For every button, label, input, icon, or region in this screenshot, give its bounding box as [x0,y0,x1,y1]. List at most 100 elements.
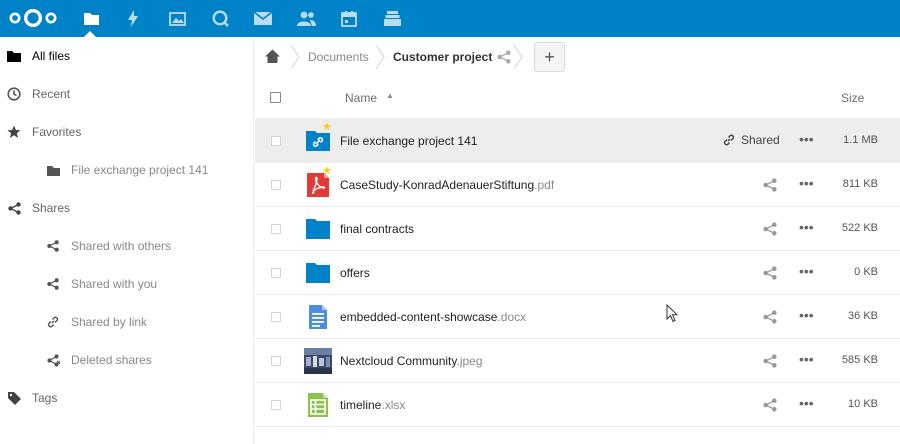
table-row[interactable]: final contracts ••• 522 KB [255,207,900,251]
favorite-star-icon[interactable]: ★ [322,166,332,177]
sidebar-item-recent[interactable]: Recent [0,75,253,113]
app-talk-icon[interactable] [200,0,240,37]
link-icon [723,134,735,146]
file-name[interactable]: timeline.xlsx [340,398,405,412]
file-name[interactable]: offers [340,266,370,280]
app-gallery-icon[interactable] [157,0,197,37]
more-actions-button[interactable]: ••• [799,396,814,410]
app-activity-icon[interactable] [113,0,153,37]
share-icon[interactable] [763,222,777,236]
table-row[interactable]: embedded-content-showcase.docx ••• 36 KB [255,295,900,339]
mouse-cursor-icon [666,304,678,323]
sidebar-item-shared-by-link[interactable]: Shared by link [0,303,253,341]
share-icon [7,201,21,215]
more-actions-button[interactable]: ••• [799,220,814,234]
row-checkbox[interactable] [271,356,281,366]
table-row[interactable]: ★ File exchange project 141 Shared ••• 1… [255,119,900,163]
breadcrumb-customer-project[interactable]: Customer project [393,50,492,64]
breadcrumb-separator-icon [290,45,300,69]
sidebar-item-shares[interactable]: Shares [0,189,253,227]
shared-indicator[interactable]: Shared [723,133,780,147]
row-checkbox[interactable] [271,268,281,278]
select-all-checkbox[interactable] [270,92,281,103]
sidebar-item-shared-with-you[interactable]: Shared with you [0,265,253,303]
share-icon[interactable] [763,266,777,280]
folder-icon [46,163,60,177]
share-icon[interactable] [763,310,777,324]
file-size: 522 KB [841,222,878,234]
sidebar-item-label: All files [32,49,71,63]
app-mail-icon[interactable] [243,0,283,37]
sidebar-item-label: Recent [32,87,71,101]
new-file-button[interactable]: + [534,42,565,72]
folder-icon [306,219,330,239]
share-icon[interactable] [763,354,777,368]
sidebar-item-deleted-shares[interactable]: Deleted shares [0,341,253,379]
sidebar-item-shared-with-others[interactable]: Shared with others [0,227,253,265]
favorite-star-icon[interactable]: ★ [322,122,332,133]
file-size: 0 KB [854,266,878,278]
nextcloud-logo[interactable] [5,6,61,30]
navigation-sidebar: All files Recent Favorites File exchange… [0,37,254,444]
sidebar-item-all-files[interactable]: All files [0,37,253,75]
sidebar-item-label: File exchange project 141 [71,163,209,177]
spreadsheet-file-icon [308,393,328,417]
share-icon [46,239,60,253]
shared-label: Shared [741,133,780,147]
more-actions-button[interactable]: ••• [799,176,814,190]
file-size: 585 KB [841,354,878,366]
document-file-icon [309,305,327,329]
row-checkbox[interactable] [271,180,281,190]
file-size: 1.1 MB [843,134,878,146]
link-icon [46,315,60,329]
sidebar-item-label: Favorites [32,125,82,139]
more-actions-button[interactable]: ••• [799,264,814,278]
sidebar-item-favorites[interactable]: Favorites [0,113,253,151]
tag-icon [7,391,21,405]
row-checkbox[interactable] [271,224,281,234]
file-size: 36 KB [848,310,878,322]
app-calendar-icon[interactable] [329,0,369,37]
column-header-size[interactable]: Size [841,91,864,105]
table-row[interactable]: offers ••• 0 KB [255,251,900,295]
row-checkbox[interactable] [271,312,281,322]
sidebar-item-label: Shared by link [71,315,148,329]
column-header-name[interactable]: Name [345,91,377,105]
share-icon[interactable] [497,50,511,64]
share-icon[interactable] [763,178,777,192]
sidebar-item-favorite-folder[interactable]: File exchange project 141 [0,151,253,189]
file-table-header: Name ▲ Size [255,76,900,119]
file-size: 10 KB [848,398,878,410]
app-contacts-icon[interactable] [286,0,326,37]
table-row[interactable]: ★ CaseStudy-KonradAdenauerStiftung.pdf •… [255,163,900,207]
more-actions-button[interactable]: ••• [799,352,814,366]
app-deck-icon[interactable] [372,0,412,37]
breadcrumb-separator-icon [513,45,523,69]
row-checkbox[interactable] [271,400,281,410]
breadcrumb: Documents Customer project + [255,37,900,76]
file-name[interactable]: embedded-content-showcase.docx [340,310,526,324]
deleted-share-icon [46,353,60,367]
more-actions-button[interactable]: ••• [799,308,814,322]
table-row[interactable]: timeline.xlsx ••• 10 KB [255,383,900,427]
sidebar-item-tags[interactable]: Tags [0,379,253,417]
file-name[interactable]: Nextcloud Community.jpeg [340,354,483,368]
sort-ascending-icon[interactable]: ▲ [386,91,394,100]
sidebar-item-label: Shares [32,201,71,215]
file-name[interactable]: CaseStudy-KonradAdenauerStiftung.pdf [340,178,554,192]
folder-icon [306,263,330,283]
home-icon[interactable] [265,49,280,64]
table-row[interactable]: Nextcloud Community.jpeg ••• 585 KB [255,339,900,383]
image-thumbnail [304,348,332,374]
sidebar-item-label: Deleted shares [71,353,152,367]
file-name[interactable]: final contracts [340,222,414,236]
file-name[interactable]: File exchange project 141 [340,134,477,148]
more-actions-button[interactable]: ••• [799,132,814,146]
row-checkbox[interactable] [271,136,281,146]
breadcrumb-separator-icon [375,45,385,69]
share-icon[interactable] [763,398,777,412]
clock-icon [7,87,21,101]
sidebar-item-label: Shared with you [71,277,158,291]
share-icon [46,277,60,291]
breadcrumb-documents[interactable]: Documents [308,50,369,64]
